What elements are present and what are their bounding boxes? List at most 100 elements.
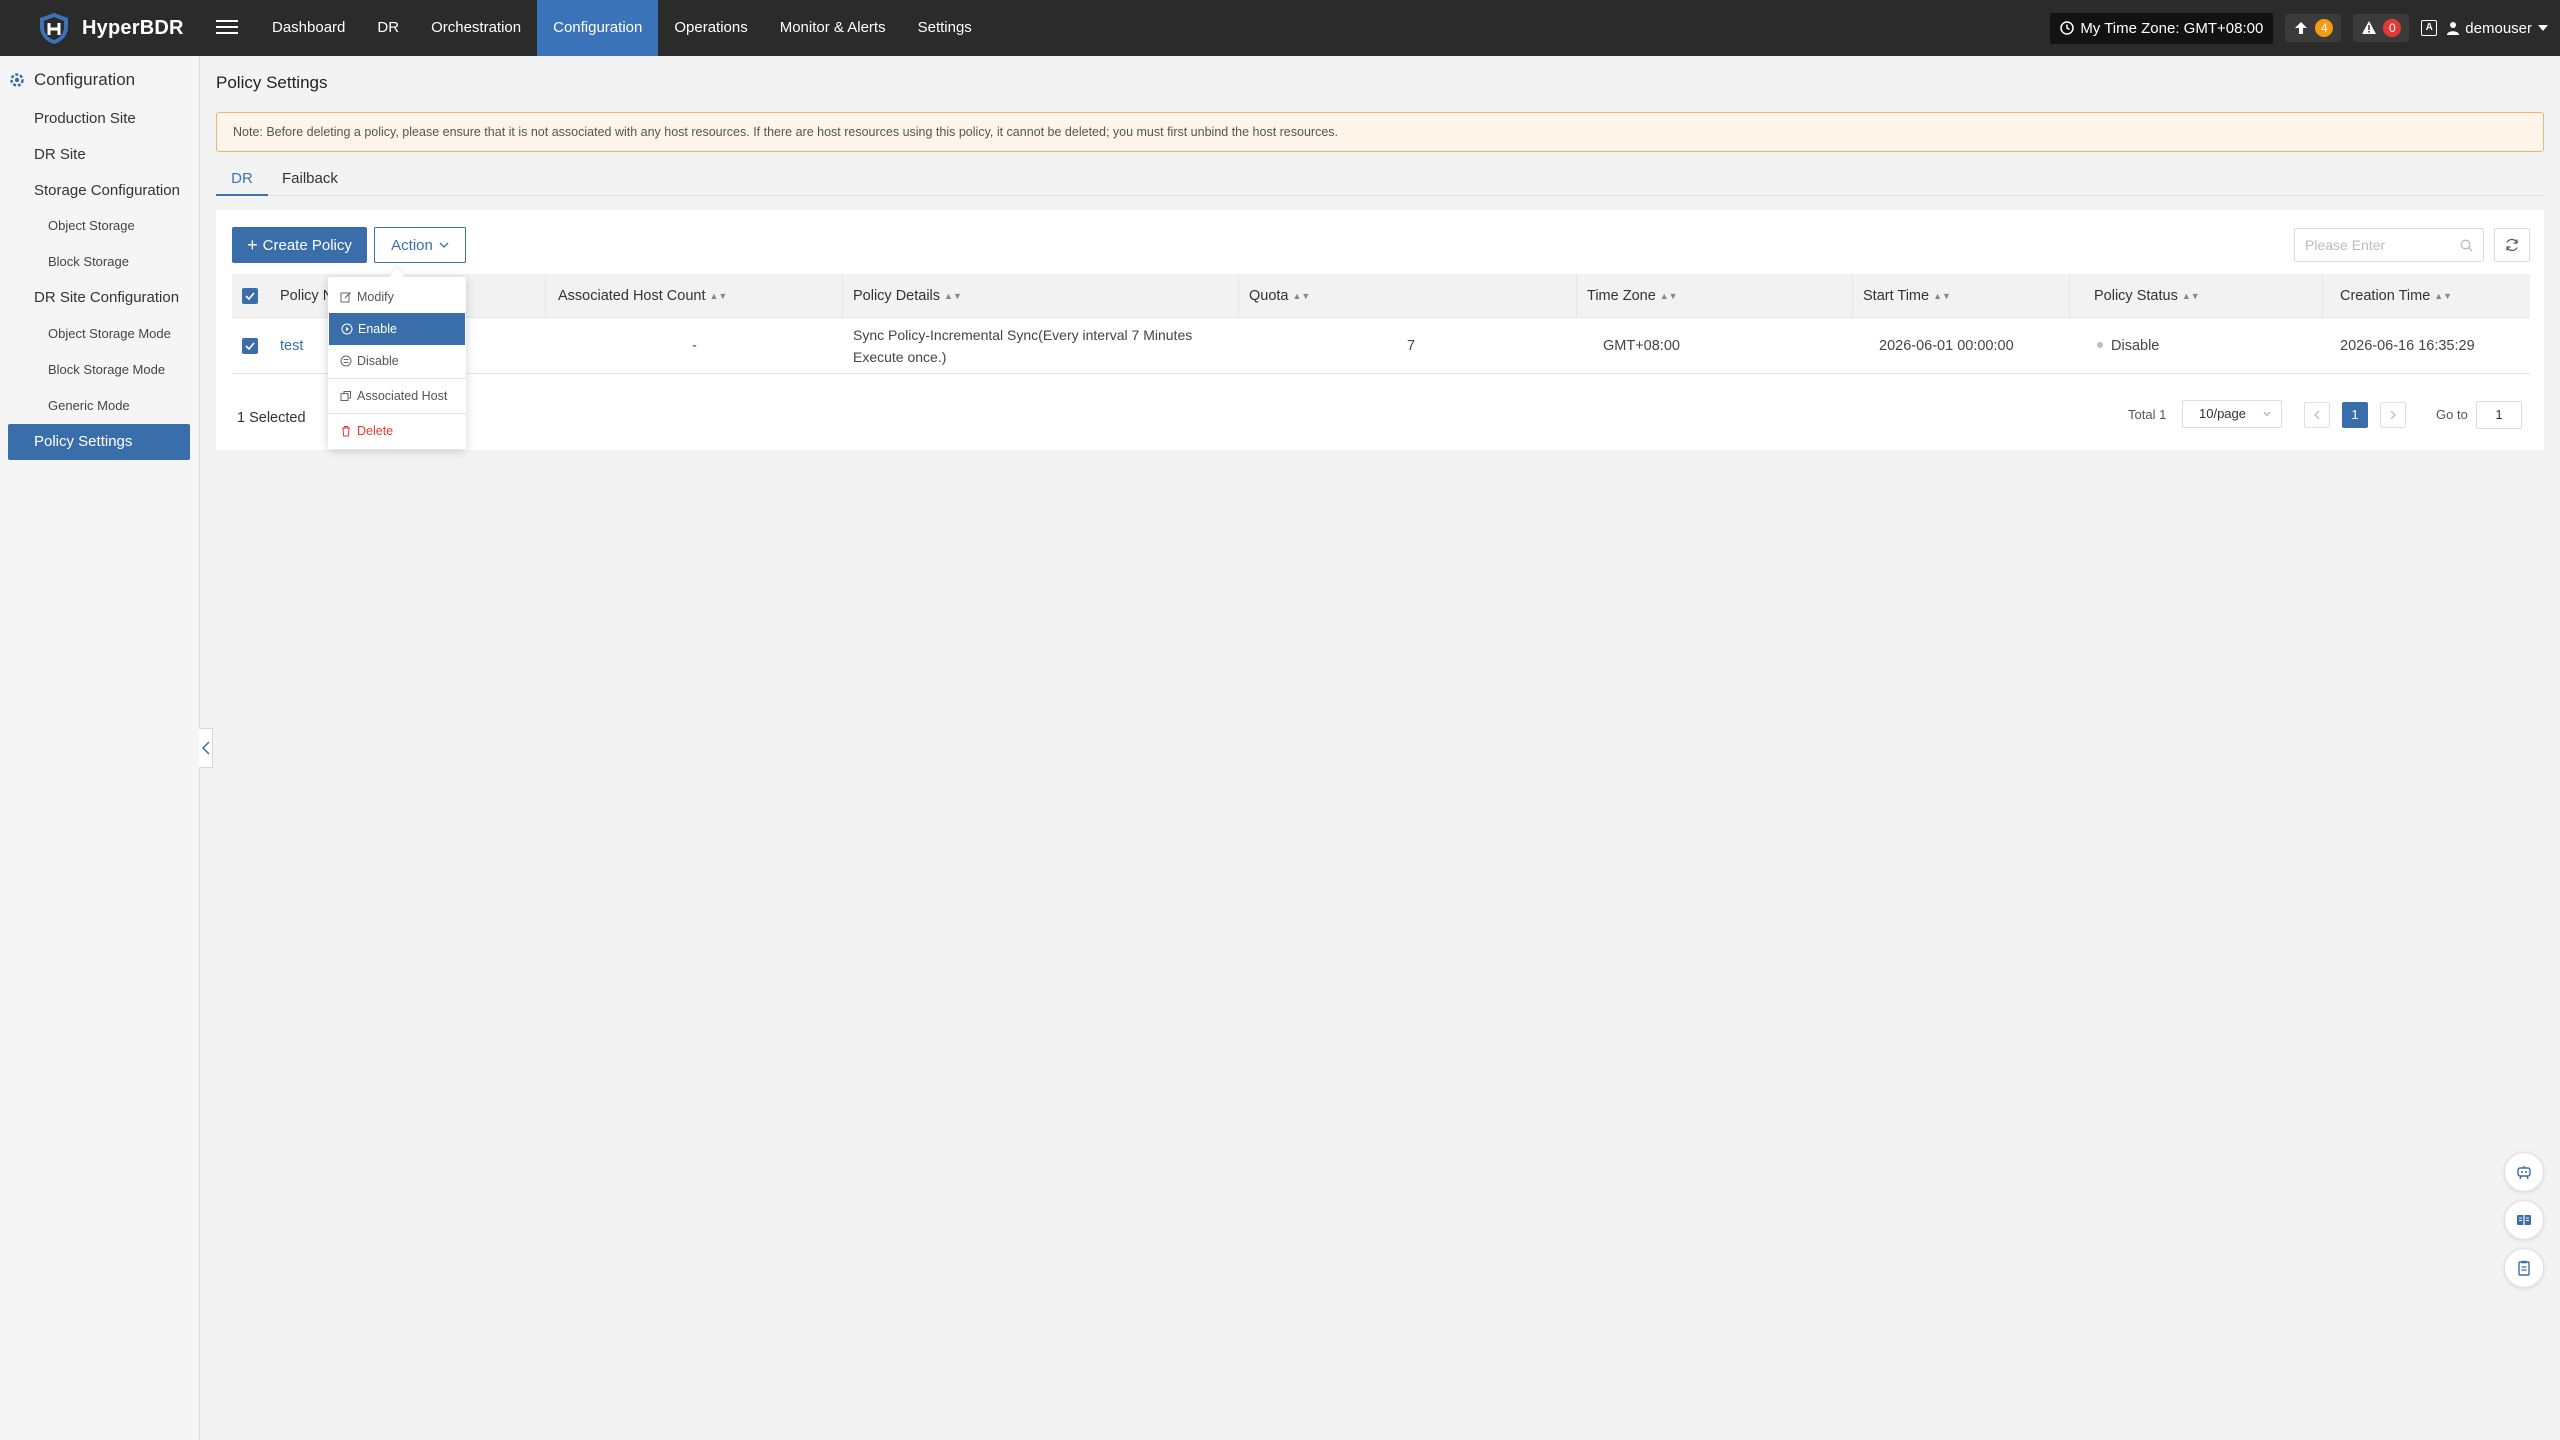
refresh-button[interactable] [2494,228,2530,262]
sidebar-item-block-storage[interactable]: Block Storage [48,254,129,269]
search-icon[interactable] [2460,239,2473,252]
nav-orchestration[interactable]: Orchestration [415,0,537,56]
page-title: Policy Settings [216,73,328,92]
page-size-select[interactable]: 10/page [2182,400,2282,428]
top-right-tools: My Time Zone: GMT+08:00 4 0 A demouser [2050,12,2548,44]
cell-policy-details: Sync Policy-Incremental Sync(Every inter… [853,327,1193,365]
tab-dr[interactable]: DR [216,168,268,196]
sort-icon: ▲▼ [944,291,962,301]
tasks-indicator[interactable]: 4 [2285,14,2342,42]
select-all-checkbox[interactable] [242,288,258,304]
chevron-down-icon [2263,411,2271,417]
tasks-count-badge: 4 [2315,19,2334,37]
nav-operations[interactable]: Operations [658,0,763,56]
menu-item-associated-host[interactable]: Associated Host [328,380,466,412]
column-associated-host-count[interactable]: Associated Host Count ▲▼ [558,274,727,318]
edit-icon [340,292,351,303]
search-input[interactable] [2305,237,2455,253]
next-page-button[interactable] [2380,402,2406,428]
trash-icon [342,426,350,437]
cell-start-time: 2026-06-01 00:00:00 [1879,338,2014,354]
nav-settings[interactable]: Settings [902,0,988,56]
goto-page-input[interactable]: 1 [2476,401,2522,429]
tab-bar: DR Failback [216,168,2544,196]
sidebar-item-production-site[interactable]: Production Site [34,110,136,127]
sidebar-collapse-button[interactable] [199,728,213,768]
chevron-right-icon [2390,410,2396,420]
alerts-indicator[interactable]: 0 [2353,14,2410,42]
menu-item-delete[interactable]: Delete [328,415,466,447]
check-icon [245,342,255,350]
timezone-label: My Time Zone: GMT+08:00 [2080,19,2264,37]
user-icon [2447,22,2460,35]
tab-failback[interactable]: Failback [282,168,338,196]
sidebar-item-generic-mode[interactable]: Generic Mode [48,398,130,413]
documentation-button[interactable] [2504,1200,2544,1240]
sidebar-item-policy-settings[interactable]: Policy Settings [8,424,190,460]
action-dropdown-button[interactable]: Action [374,227,466,263]
refresh-icon [2506,238,2518,252]
sort-icon: ▲▼ [2181,291,2200,301]
table-header: Policy N Associated Host Count ▲▼ Policy … [232,274,2530,318]
cell-quota: 7 [1407,338,1416,354]
policy-name-link[interactable]: test [280,335,303,357]
clipboard-button[interactable] [2504,1248,2544,1288]
language-icon[interactable]: A [2421,20,2438,36]
column-start-time[interactable]: Start Time ▲▼ [1863,274,1951,318]
sidebar-item-block-storage-mode[interactable]: Block Storage Mode [48,362,165,377]
nav-dashboard[interactable]: Dashboard [256,0,361,56]
column-policy-details[interactable]: Policy Details ▲▼ [853,274,962,318]
search-box [2294,228,2484,262]
action-dropdown-menu: Modify Enable Disable Associated Host De… [328,277,466,449]
book-icon [2517,1215,2531,1225]
nav-configuration[interactable]: Configuration [537,0,659,56]
sidebar-item-storage-configuration[interactable]: Storage Configuration [34,182,180,199]
sidebar-item-object-storage-mode[interactable]: Object Storage Mode [48,326,171,341]
row-checkbox[interactable] [242,338,258,354]
menu-item-modify[interactable]: Modify [328,281,466,313]
sidebar-item-object-storage[interactable]: Object Storage [48,218,135,233]
copy-icon [340,391,351,401]
sidebar-item-dr-site-configuration[interactable]: DR Site Configuration [34,289,179,306]
check-icon [245,292,255,300]
menu-item-disable[interactable]: Disable [328,345,466,377]
goto-label: Go to [2436,407,2468,422]
clock-icon [2060,21,2075,35]
warning-icon [2362,21,2377,34]
sidebar-item-dr-site[interactable]: DR Site [34,146,86,163]
pagination: Total 1 10/page 1 Go to 1 [216,400,2544,430]
shield-logo-icon [40,13,68,44]
user-menu[interactable]: demouser [2447,20,2548,37]
nav-monitor-alerts[interactable]: Monitor & Alerts [764,0,902,56]
app-name: HyperBDR [82,16,184,39]
column-policy-name[interactable]: Policy N [280,274,333,318]
column-time-zone[interactable]: Time Zone ▲▼ [1587,274,1678,318]
nav-dr[interactable]: DR [361,0,415,56]
column-policy-status[interactable]: Policy Status ▲▼ [2094,274,2200,318]
sidebar-title: Configuration [8,70,135,90]
chat-assistant-button[interactable] [2504,1152,2544,1192]
timezone-display[interactable]: My Time Zone: GMT+08:00 [2050,12,2274,44]
column-quota[interactable]: Quota ▲▼ [1249,274,1310,318]
sort-icon: ▲▼ [709,291,728,301]
cell-creation-time: 2026-06-16 16:35:29 [2340,338,2475,354]
create-policy-button[interactable]: + Create Policy [232,227,367,263]
plus-icon: + [247,235,258,255]
top-navigation-bar: HyperBDR Dashboard DR Orchestration Conf… [0,0,2560,56]
menu-item-enable[interactable]: Enable [329,313,465,345]
prev-page-button[interactable] [2304,402,2330,428]
table-row[interactable]: test - Sync Policy-Incremental Sync(Ever… [232,318,2530,374]
cell-time-zone: GMT+08:00 [1603,338,1680,354]
caret-down-icon [2538,25,2548,31]
app-logo[interactable]: HyperBDR [36,11,184,45]
column-creation-time[interactable]: Creation Time ▲▼ [2340,274,2452,318]
sort-icon: ▲▼ [2434,291,2453,301]
page-number-current[interactable]: 1 [2342,402,2368,428]
sort-icon: ▲▼ [1292,291,1311,301]
upload-arrow-icon [2295,22,2308,34]
menu-toggle-icon[interactable] [216,16,238,38]
cell-host-count: - [692,338,697,354]
alerts-count-badge: 0 [2383,19,2402,37]
total-count: Total 1 [2128,407,2167,422]
disable-icon [340,355,352,367]
